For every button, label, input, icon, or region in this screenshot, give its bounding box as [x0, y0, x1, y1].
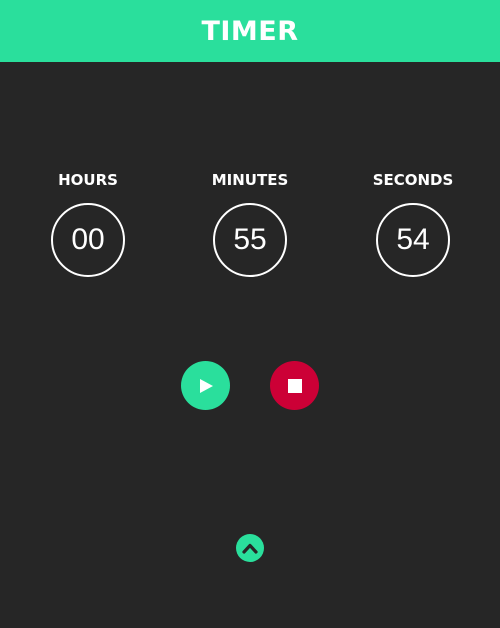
minutes-display: 55	[213, 203, 287, 277]
hours-value: 00	[71, 223, 105, 256]
seconds-label: SECONDS	[372, 171, 454, 189]
stop-icon	[287, 378, 302, 393]
collapse-button[interactable]	[236, 534, 264, 562]
seconds-unit: SECONDS 54	[353, 169, 473, 277]
hours-label: HOURS	[58, 171, 118, 189]
minutes-value: 55	[233, 223, 267, 256]
seconds-value: 54	[396, 223, 430, 256]
play-icon	[199, 378, 213, 393]
minutes-unit: MINUTES 55	[190, 169, 310, 277]
timer-app: TIMER HOURS 00 MINUTES 55 SECONDS 54	[0, 0, 500, 628]
play-button[interactable]	[181, 361, 230, 410]
app-header: TIMER	[0, 0, 500, 62]
stop-button[interactable]	[270, 361, 319, 410]
chevron-up-icon	[242, 543, 258, 554]
page-title: TIMER	[201, 15, 299, 47]
hours-unit: HOURS 00	[28, 169, 148, 277]
seconds-display: 54	[376, 203, 450, 277]
hours-display: 00	[51, 203, 125, 277]
minutes-label: MINUTES	[211, 171, 289, 189]
